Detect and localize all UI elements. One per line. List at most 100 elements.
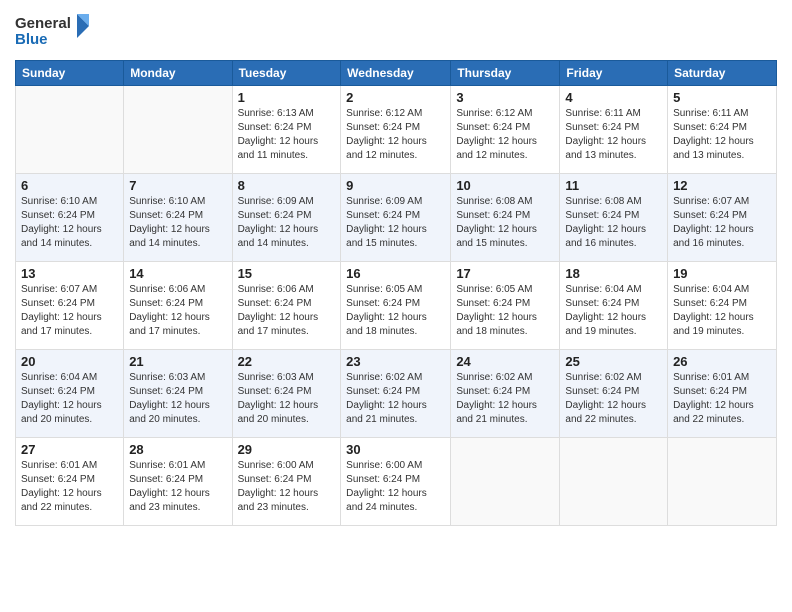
day-info: Sunrise: 6:11 AMSunset: 6:24 PMDaylight:…	[565, 107, 662, 163]
day-number: 24	[456, 354, 554, 369]
day-info: Sunrise: 6:11 AMSunset: 6:24 PMDaylight:…	[673, 107, 771, 163]
day-number: 22	[238, 354, 336, 369]
calendar-day-cell: 15 Sunrise: 6:06 AMSunset: 6:24 PMDayligh…	[232, 262, 341, 350]
calendar-week-row: 1 Sunrise: 6:13 AMSunset: 6:24 PMDaylight…	[16, 86, 777, 174]
logo: General Blue	[15, 10, 95, 52]
day-info: Sunrise: 6:04 AMSunset: 6:24 PMDaylight:…	[21, 371, 118, 427]
column-header-friday: Friday	[560, 61, 668, 86]
calendar-day-cell: 3 Sunrise: 6:12 AMSunset: 6:24 PMDaylight…	[451, 86, 560, 174]
day-number: 29	[238, 442, 336, 457]
svg-text:General: General	[15, 15, 71, 32]
day-number: 2	[346, 90, 445, 105]
calendar-day-cell: 23 Sunrise: 6:02 AMSunset: 6:24 PMDayligh…	[341, 350, 451, 438]
day-number: 26	[673, 354, 771, 369]
day-number: 4	[565, 90, 662, 105]
day-number: 3	[456, 90, 554, 105]
calendar-day-cell: 7Sunrise: 6:10 AMSunset: 6:24 PMDaylight…	[124, 174, 232, 262]
day-info: Sunrise: 6:03 AMSunset: 6:24 PMDaylight:…	[238, 371, 336, 427]
calendar-day-cell: 20Sunrise: 6:04 AMSunset: 6:24 PMDayligh…	[16, 350, 124, 438]
day-info: Sunrise: 6:04 AMSunset: 6:24 PMDaylight:…	[673, 283, 771, 339]
day-info: Sunrise: 6:09 AMSunset: 6:24 PMDaylight:…	[346, 195, 445, 251]
calendar-day-cell	[451, 438, 560, 526]
day-number: 7	[129, 178, 226, 193]
calendar-day-cell: 2 Sunrise: 6:12 AMSunset: 6:24 PMDaylight…	[341, 86, 451, 174]
page: General Blue SundayMondayTuesdayWednesda…	[0, 0, 792, 612]
day-number: 16	[346, 266, 445, 281]
calendar-week-row: 6 Sunrise: 6:10 AMSunset: 6:24 PMDaylight…	[16, 174, 777, 262]
day-info: Sunrise: 6:08 AMSunset: 6:24 PMDaylight:…	[456, 195, 554, 251]
column-header-tuesday: Tuesday	[232, 61, 341, 86]
calendar-day-cell: 6 Sunrise: 6:10 AMSunset: 6:24 PMDaylight…	[16, 174, 124, 262]
day-number: 10	[456, 178, 554, 193]
day-info: Sunrise: 6:02 AMSunset: 6:24 PMDaylight:…	[346, 371, 445, 427]
day-number: 27	[21, 442, 118, 457]
calendar-header-row: SundayMondayTuesdayWednesdayThursdayFrid…	[16, 61, 777, 86]
day-info: Sunrise: 6:05 AMSunset: 6:24 PMDaylight:…	[346, 283, 445, 339]
calendar-day-cell: 19 Sunrise: 6:04 AMSunset: 6:24 PMDayligh…	[668, 262, 777, 350]
day-info: Sunrise: 6:13 AMSunset: 6:24 PMDaylight:…	[238, 107, 336, 163]
calendar-day-cell: 12 Sunrise: 6:07 AMSunset: 6:24 PMDayligh…	[668, 174, 777, 262]
calendar-week-row: 13Sunrise: 6:07 AMSunset: 6:24 PMDayligh…	[16, 262, 777, 350]
day-info: Sunrise: 6:01 AMSunset: 6:24 PMDaylight:…	[21, 459, 118, 515]
calendar-day-cell: 17Sunrise: 6:05 AMSunset: 6:24 PMDayligh…	[451, 262, 560, 350]
calendar-day-cell: 25 Sunrise: 6:02 AMSunset: 6:24 PMDayligh…	[560, 350, 668, 438]
calendar-day-cell: 16 Sunrise: 6:05 AMSunset: 6:24 PMDayligh…	[341, 262, 451, 350]
day-number: 12	[673, 178, 771, 193]
day-info: Sunrise: 6:10 AMSunset: 6:24 PMDaylight:…	[21, 195, 118, 251]
day-info: Sunrise: 6:01 AMSunset: 6:24 PMDaylight:…	[673, 371, 771, 427]
day-info: Sunrise: 6:08 AMSunset: 6:24 PMDaylight:…	[565, 195, 662, 251]
day-info: Sunrise: 6:01 AMSunset: 6:24 PMDaylight:…	[129, 459, 226, 515]
calendar-day-cell: 5 Sunrise: 6:11 AMSunset: 6:24 PMDaylight…	[668, 86, 777, 174]
calendar-day-cell: 22 Sunrise: 6:03 AMSunset: 6:24 PMDayligh…	[232, 350, 341, 438]
day-info: Sunrise: 6:12 AMSunset: 6:24 PMDaylight:…	[346, 107, 445, 163]
calendar-day-cell: 8 Sunrise: 6:09 AMSunset: 6:24 PMDaylight…	[232, 174, 341, 262]
day-info: Sunrise: 6:07 AMSunset: 6:24 PMDaylight:…	[673, 195, 771, 251]
day-info: Sunrise: 6:05 AMSunset: 6:24 PMDaylight:…	[456, 283, 554, 339]
calendar-day-cell: 9 Sunrise: 6:09 AMSunset: 6:24 PMDaylight…	[341, 174, 451, 262]
calendar-day-cell: 4 Sunrise: 6:11 AMSunset: 6:24 PMDaylight…	[560, 86, 668, 174]
calendar-day-cell: 10 Sunrise: 6:08 AMSunset: 6:24 PMDayligh…	[451, 174, 560, 262]
day-number: 18	[565, 266, 662, 281]
calendar-week-row: 27 Sunrise: 6:01 AMSunset: 6:24 PMDayligh…	[16, 438, 777, 526]
day-number: 21	[129, 354, 226, 369]
day-number: 9	[346, 178, 445, 193]
calendar-day-cell: 24 Sunrise: 6:02 AMSunset: 6:24 PMDayligh…	[451, 350, 560, 438]
day-number: 25	[565, 354, 662, 369]
calendar-day-cell: 13Sunrise: 6:07 AMSunset: 6:24 PMDayligh…	[16, 262, 124, 350]
day-number: 15	[238, 266, 336, 281]
day-info: Sunrise: 6:04 AMSunset: 6:24 PMDaylight:…	[565, 283, 662, 339]
day-number: 8	[238, 178, 336, 193]
column-header-saturday: Saturday	[668, 61, 777, 86]
calendar-day-cell: 11 Sunrise: 6:08 AMSunset: 6:24 PMDayligh…	[560, 174, 668, 262]
calendar-day-cell	[560, 438, 668, 526]
day-number: 30	[346, 442, 445, 457]
calendar-day-cell: 28 Sunrise: 6:01 AMSunset: 6:24 PMDayligh…	[124, 438, 232, 526]
calendar-day-cell: 14Sunrise: 6:06 AMSunset: 6:24 PMDayligh…	[124, 262, 232, 350]
column-header-monday: Monday	[124, 61, 232, 86]
column-header-wednesday: Wednesday	[341, 61, 451, 86]
day-number: 11	[565, 178, 662, 193]
day-number: 1	[238, 90, 336, 105]
day-number: 23	[346, 354, 445, 369]
logo-svg: General Blue	[15, 10, 95, 52]
day-info: Sunrise: 6:02 AMSunset: 6:24 PMDaylight:…	[565, 371, 662, 427]
calendar-day-cell	[668, 438, 777, 526]
calendar-day-cell	[16, 86, 124, 174]
day-info: Sunrise: 6:06 AMSunset: 6:24 PMDaylight:…	[129, 283, 226, 339]
header: General Blue	[15, 10, 777, 52]
calendar-day-cell: 26 Sunrise: 6:01 AMSunset: 6:24 PMDayligh…	[668, 350, 777, 438]
calendar-day-cell: 1 Sunrise: 6:13 AMSunset: 6:24 PMDaylight…	[232, 86, 341, 174]
calendar-day-cell: 30Sunrise: 6:00 AMSunset: 6:24 PMDayligh…	[341, 438, 451, 526]
day-info: Sunrise: 6:09 AMSunset: 6:24 PMDaylight:…	[238, 195, 336, 251]
day-number: 19	[673, 266, 771, 281]
day-info: Sunrise: 6:02 AMSunset: 6:24 PMDaylight:…	[456, 371, 554, 427]
day-number: 5	[673, 90, 771, 105]
calendar-day-cell: 27 Sunrise: 6:01 AMSunset: 6:24 PMDayligh…	[16, 438, 124, 526]
calendar-day-cell: 29Sunrise: 6:00 AMSunset: 6:24 PMDayligh…	[232, 438, 341, 526]
calendar-table: SundayMondayTuesdayWednesdayThursdayFrid…	[15, 60, 777, 526]
day-info: Sunrise: 6:06 AMSunset: 6:24 PMDaylight:…	[238, 283, 336, 339]
day-info: Sunrise: 6:07 AMSunset: 6:24 PMDaylight:…	[21, 283, 118, 339]
day-number: 6	[21, 178, 118, 193]
day-number: 28	[129, 442, 226, 457]
day-info: Sunrise: 6:12 AMSunset: 6:24 PMDaylight:…	[456, 107, 554, 163]
